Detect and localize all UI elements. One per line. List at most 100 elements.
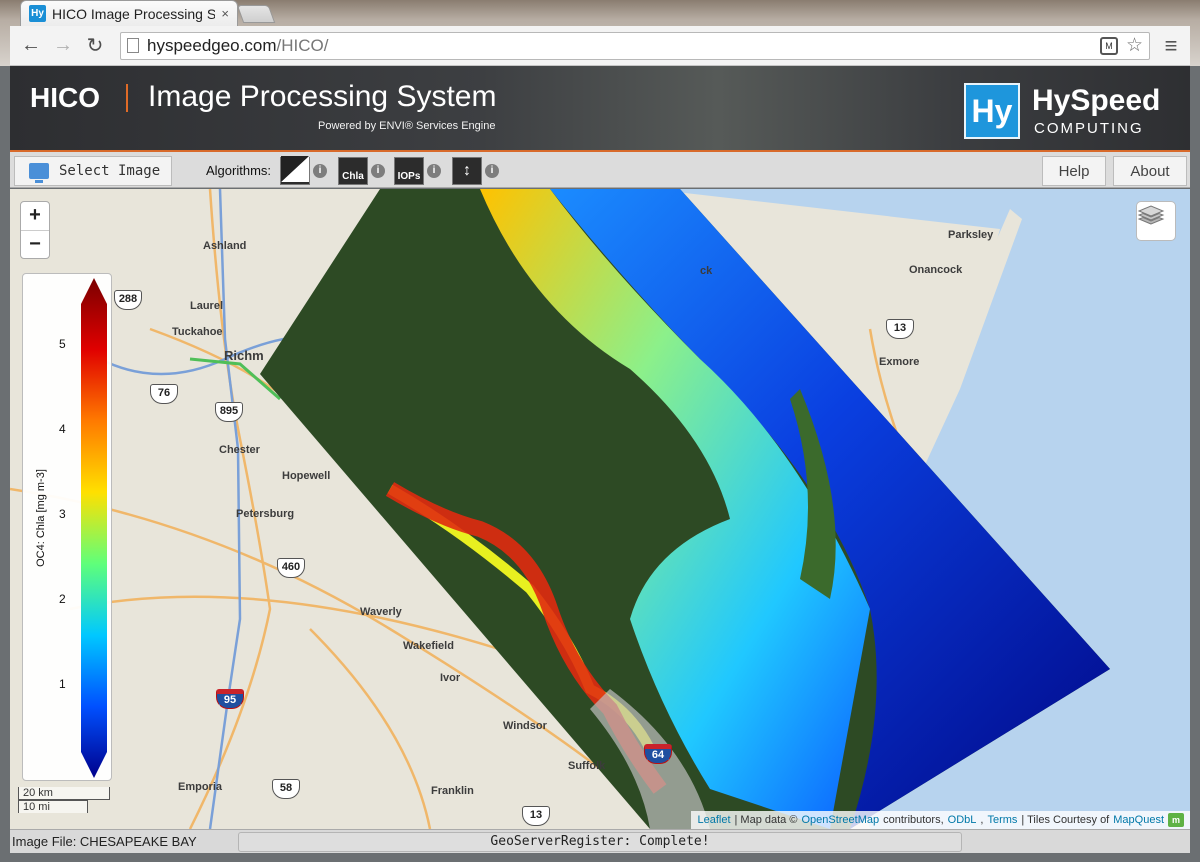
monitor-icon bbox=[29, 163, 49, 183]
place-label: Hopewell bbox=[282, 470, 331, 482]
chla-label: Chla bbox=[342, 171, 364, 182]
map-view[interactable]: Ashland Laurel Tuckahoe Richm Chester Ho… bbox=[10, 189, 1190, 829]
place-label: Chester bbox=[219, 444, 260, 456]
route-shield: 13 bbox=[522, 806, 550, 826]
hyspeed-favicon-icon: Hy bbox=[29, 5, 46, 22]
info-icon[interactable]: i bbox=[371, 164, 385, 178]
page-icon bbox=[127, 38, 139, 53]
legend-title: OC4: Chla [mg m-3] bbox=[35, 469, 47, 567]
map-attribution: Leaflet | Map data © OpenStreetMap contr… bbox=[691, 811, 1190, 829]
attribution-text: contributors, bbox=[883, 814, 944, 826]
legend-tick: 5 bbox=[59, 337, 66, 351]
attribution-text: | Tiles Courtesy of bbox=[1021, 814, 1110, 826]
info-icon[interactable]: i bbox=[485, 164, 499, 178]
route-shield: 460 bbox=[277, 558, 305, 578]
interstate-shield: 95 bbox=[216, 689, 244, 709]
route-shield: 13 bbox=[886, 319, 914, 339]
url-host: hyspeedgeo.com bbox=[147, 35, 277, 55]
place-label: Windsor bbox=[503, 720, 547, 732]
powered-by: Powered by ENVI® Services Engine bbox=[318, 120, 496, 132]
tab-title: HICO Image Processing Sy bbox=[52, 5, 216, 22]
osm-link[interactable]: OpenStreetMap bbox=[801, 814, 879, 826]
hyspeed-logo-title: HySpeed bbox=[1032, 84, 1161, 117]
place-label: Laurel bbox=[190, 300, 224, 312]
new-tab-button[interactable] bbox=[236, 5, 276, 23]
diagonal-split-icon[interactable] bbox=[280, 156, 310, 185]
zoom-in-button[interactable]: + bbox=[21, 202, 49, 230]
legend-color-bar bbox=[81, 278, 107, 778]
map-basemap bbox=[10, 189, 1190, 829]
place-label: Petersburg bbox=[236, 508, 295, 520]
select-image-label: Select Image bbox=[59, 163, 161, 179]
legend-tick: 4 bbox=[59, 422, 66, 436]
algorithms-label: Algorithms: bbox=[206, 163, 272, 178]
place-label: Tuckahoe bbox=[172, 326, 223, 338]
interstate-shield: 64 bbox=[644, 744, 672, 764]
place-label: Waverly bbox=[360, 606, 402, 618]
tab-close-icon[interactable]: × bbox=[221, 6, 229, 21]
select-image-button[interactable]: Select Image bbox=[14, 156, 172, 186]
status-bar: Image File: CHESAPEAKE BAY GeoServerRegi… bbox=[10, 829, 1190, 853]
header-divider bbox=[126, 84, 128, 112]
extension-icon[interactable]: M bbox=[1099, 36, 1118, 55]
layers-button[interactable] bbox=[1136, 201, 1176, 241]
legend-ramp bbox=[81, 278, 107, 778]
route-shield: 288 bbox=[114, 290, 142, 310]
legend-tick: 2 bbox=[59, 592, 66, 606]
route-shield: 895 bbox=[215, 402, 243, 422]
app-title-short: HICO bbox=[30, 82, 100, 113]
layers-icon bbox=[1137, 205, 1165, 225]
info-icon[interactable]: i bbox=[427, 164, 441, 178]
place-label: Exmore bbox=[879, 356, 920, 368]
legend-tick: 3 bbox=[59, 507, 66, 521]
route-shield: 58 bbox=[272, 779, 300, 799]
scale-km: 20 km bbox=[18, 787, 110, 800]
forward-icon[interactable]: → bbox=[50, 33, 76, 59]
place-label: Suffolk bbox=[568, 760, 606, 772]
hyspeed-logo-subtitle: COMPUTING bbox=[1034, 120, 1144, 137]
scale-mi: 10 mi bbox=[18, 800, 88, 813]
app-toolbar: Select Image Algorithms: i Chla i IOPs i… bbox=[10, 152, 1190, 188]
legend-tick: 1 bbox=[59, 677, 66, 691]
place-label: Franklin bbox=[431, 785, 474, 797]
place-label: Emporia bbox=[178, 781, 223, 793]
route-shield: 76 bbox=[150, 384, 178, 404]
chla-color-legend: OC4: Chla [mg m-3] 5 4 3 2 1 bbox=[22, 273, 112, 781]
place-label: Onancock bbox=[909, 264, 963, 276]
back-icon[interactable]: ← bbox=[18, 33, 44, 59]
bookmark-star-icon[interactable]: ☆ bbox=[1126, 34, 1143, 57]
arrows-icon[interactable]: ↕ bbox=[452, 157, 482, 185]
app-title: Image Processing System bbox=[148, 80, 497, 113]
mapquest-icon: m bbox=[1168, 813, 1184, 827]
iops-icon[interactable]: IOPs bbox=[394, 157, 424, 185]
map-scale: 20 km 10 mi bbox=[18, 787, 110, 813]
place-label: Richm bbox=[224, 348, 264, 363]
browser-menu-icon[interactable]: ≡ bbox=[1160, 33, 1182, 59]
odbl-link[interactable]: ODbL bbox=[948, 814, 977, 826]
attribution-text: , bbox=[980, 814, 984, 826]
place-label: ck bbox=[700, 265, 713, 277]
hyspeed-logo-mark: Hy bbox=[964, 83, 1020, 139]
image-file-label: Image File: CHESAPEAKE BAY bbox=[12, 834, 197, 849]
place-label: Parksley bbox=[948, 229, 994, 241]
zoom-control: + − bbox=[20, 201, 50, 259]
chla-icon[interactable]: Chla bbox=[338, 157, 368, 185]
attribution-text: | Map data © bbox=[734, 814, 798, 826]
help-button[interactable]: Help bbox=[1042, 156, 1106, 186]
leaflet-link[interactable]: Leaflet bbox=[697, 814, 730, 826]
terms-link[interactable]: Terms bbox=[987, 814, 1017, 826]
mapquest-link[interactable]: MapQuest bbox=[1113, 814, 1164, 826]
zoom-out-button[interactable]: − bbox=[21, 230, 49, 258]
browser-tab[interactable]: Hy HICO Image Processing Sy × bbox=[20, 0, 238, 26]
info-icon[interactable]: i bbox=[313, 164, 327, 178]
status-message: GeoServerRegister: Complete! bbox=[238, 832, 962, 852]
place-label: Ashland bbox=[203, 240, 247, 252]
url-path: /HICO/ bbox=[276, 35, 329, 55]
reload-icon[interactable]: ↻ bbox=[82, 33, 108, 59]
address-bar[interactable]: hyspeedgeo.com /HICO/ M ☆ bbox=[120, 31, 1150, 60]
iops-label: IOPs bbox=[397, 171, 421, 182]
about-button[interactable]: About bbox=[1113, 156, 1187, 186]
app-header: HICO Image Processing System Powered by … bbox=[10, 66, 1190, 152]
browser-toolbar: ← → ↻ hyspeedgeo.com /HICO/ M ☆ ≡ bbox=[10, 26, 1190, 66]
place-label: Ivor bbox=[440, 672, 461, 684]
